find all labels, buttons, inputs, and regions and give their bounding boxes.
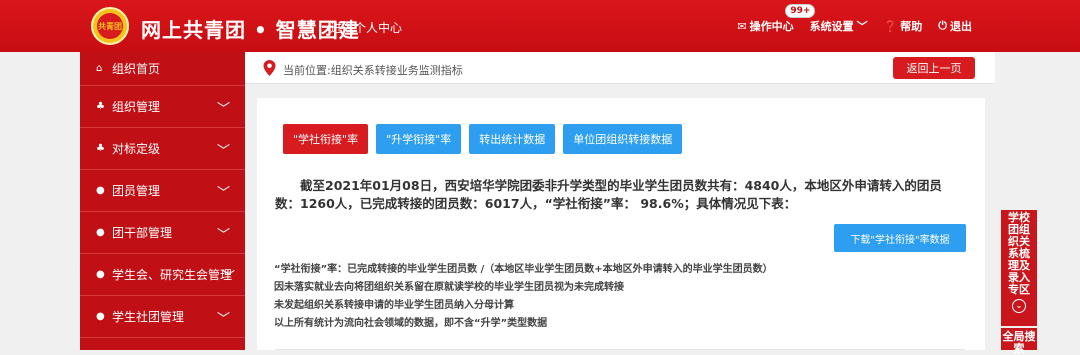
users-icon: ● (96, 227, 105, 238)
chevron-down-icon: ﹀ (216, 102, 230, 117)
help-label: 帮助 (900, 20, 923, 33)
sidebar-item-members[interactable]: ● 团员管理 ﹀ (80, 170, 245, 212)
sidebar-item-label: 组织首页 (112, 62, 161, 76)
sidebar-item-student-union[interactable]: ● 学生会、研究生会管理 ﹀ (80, 254, 245, 296)
envelope-icon: ✉ (737, 19, 747, 33)
chevron-down-icon: ⌄ (1012, 299, 1026, 313)
org-entry-float-button[interactable]: 学校团组织关系梳理及录入专区 ⌄ (1001, 210, 1037, 326)
chevron-down-icon: ﹀ (221, 270, 235, 285)
sidebar-item-student-clubs[interactable]: ● 学生社团管理 ﹀ (80, 296, 245, 338)
note-line: 未发起组织关系转接申请的毕业学生团员纳入分母计算 (274, 300, 514, 311)
note-line: 因未落实就业去向将团组织关系留在原就读学校的毕业学生团员视为未完成转接 (274, 282, 624, 293)
notes-list: “学社衔接”率：已完成转接的毕业学生团员数 /（本地区毕业学生团员数+本地区外申… (274, 261, 773, 333)
tab-unit-transfer-data[interactable]: 单位团组织转接数据 (563, 124, 683, 154)
power-icon: ⏻ (938, 19, 947, 32)
sidebar-item-org-management[interactable]: ♣ 组织管理 ﹀ (80, 86, 245, 128)
top-nav: ✉ 操作中心 99+ 系统设置 ﹀ ❓ 帮助 ⏻ 退出 (737, 0, 1080, 52)
chevron-down-icon: ﹀ (216, 186, 230, 201)
notification-badge: 99+ (785, 4, 816, 18)
float-label-2: 全局搜索 (1002, 330, 1036, 355)
note-line: “学社衔接”率：已完成转接的毕业学生团员数 /（本地区毕业学生团员数+本地区外申… (274, 264, 773, 275)
logout-label: 退出 (950, 20, 972, 33)
settings-label: 系统设置 (809, 20, 854, 33)
chevron-down-icon: ﹀ (856, 20, 868, 33)
sidebar-item-label: 团干部管理 (112, 226, 173, 240)
logo-text: 共青团 (97, 13, 123, 39)
chevron-down-icon: ﹀ (216, 228, 230, 243)
sidebar-item-label: 学生社团管理 (112, 310, 185, 324)
sitemap-icon: ♣ (96, 101, 105, 112)
sidebar-item-home[interactable]: ⌂ 组织首页 (80, 52, 245, 86)
top-header: 共青团 网上共青团 • 智慧团建 进入个人中心 ✉ 操作中心 99+ 系统设置 … (0, 0, 1080, 52)
home-icon: ⌂ (96, 63, 103, 74)
breadcrumb: 当前位置:组织关系转接业务监测指标 (283, 64, 463, 77)
personal-center-link[interactable]: 进入个人中心 (330, 19, 402, 36)
download-button[interactable]: 下载"学社衔接"率数据 (834, 224, 966, 252)
help-link[interactable]: ❓ 帮助 (884, 18, 923, 34)
tab-bar: "学社衔接"率 "升学衔接"率 转出统计数据 单位团组织转接数据 (283, 124, 683, 154)
ops-center-label: 操作中心 (749, 20, 794, 33)
sidebar-item-label: 团员管理 (112, 184, 161, 198)
global-search-float-button[interactable]: 全局搜索 (1001, 328, 1037, 355)
sidebar-item-label: 组织管理 (112, 100, 161, 114)
sitemap-icon: ♣ (96, 143, 105, 154)
summary-text: 截至2021年01月08日，西安培华学院团委非升学类型的毕业学生团员数共有：48… (275, 178, 942, 211)
site-title: 网上共青团 • 智慧团建 (141, 18, 360, 42)
location-pin-icon (263, 60, 276, 76)
youth-league-logo: 共青团 (91, 7, 129, 45)
sidebar: ⌂ 组织首页 ♣ 组织管理 ﹀ ♣ 对标定级 ﹀ ● 团员管理 ﹀ ● 团干部管… (80, 52, 245, 350)
sidebar-item-label: 学生会、研究生会管理 (112, 268, 233, 282)
sidebar-item-benchmark[interactable]: ♣ 对标定级 ﹀ (80, 128, 245, 170)
question-icon: ❓ (883, 19, 898, 33)
users-icon: ● (96, 185, 105, 196)
tab-transfer-out-stats[interactable]: 转出统计数据 (469, 124, 556, 154)
sidebar-item-label: 对标定级 (112, 142, 161, 156)
float-label: 学校团组织关系梳理及录入专区 (1008, 211, 1030, 296)
main-panel: "学社衔接"率 "升学衔接"率 转出统计数据 单位团组织转接数据 截至2021年… (257, 98, 985, 350)
tab-school-society-rate[interactable]: "学社衔接"率 (283, 124, 369, 154)
users-icon: ● (96, 311, 105, 322)
note-line: 以上所有统计为流向社会领域的数据，即不含“升学”类型数据 (274, 318, 548, 329)
sidebar-item-cadres[interactable]: ● 团干部管理 ﹀ (80, 212, 245, 254)
settings-menu[interactable]: 系统设置 ﹀ (810, 18, 868, 34)
breadcrumb-bar: 当前位置:组织关系转接业务监测指标 返回上一页 (245, 52, 995, 84)
chevron-down-icon: ﹀ (216, 312, 230, 327)
ops-center-link[interactable]: ✉ 操作中心 99+ (737, 4, 816, 34)
back-button[interactable]: 返回上一页 (893, 57, 975, 79)
logout-link[interactable]: ⏻ 退出 (938, 18, 972, 34)
users-icon: ● (96, 269, 105, 280)
chevron-down-icon: ﹀ (216, 144, 230, 159)
tab-admission-rate[interactable]: "升学衔接"率 (376, 124, 462, 154)
